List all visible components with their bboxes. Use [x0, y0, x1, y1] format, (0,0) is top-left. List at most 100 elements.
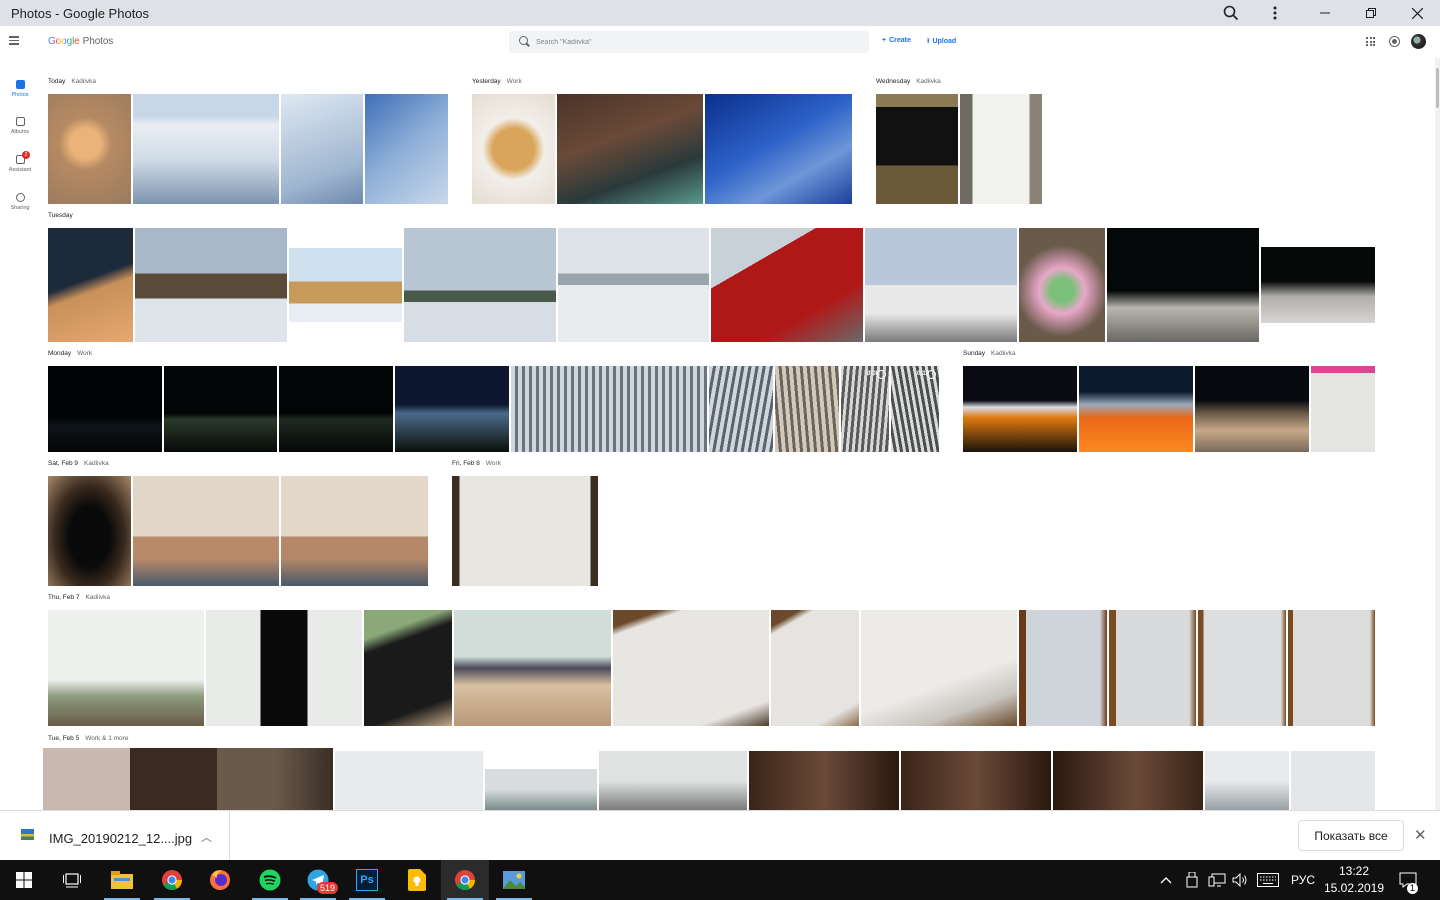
photo-tile[interactable] — [281, 476, 428, 586]
network-icon[interactable] — [1208, 860, 1226, 900]
photo-tile[interactable] — [48, 94, 131, 204]
photo-tile[interactable] — [861, 610, 1017, 726]
photo-tile[interactable] — [558, 228, 709, 342]
page-scrollbar[interactable] — [1435, 58, 1440, 810]
close-icon[interactable]: ✕ — [1414, 826, 1427, 844]
photo-tile[interactable] — [1205, 751, 1289, 810]
video-tile[interactable]: 0:12 — [891, 366, 939, 452]
photo-tile[interactable] — [1079, 366, 1193, 452]
photo-tile[interactable] — [164, 366, 277, 452]
show-hidden-icons[interactable] — [1160, 860, 1172, 900]
photo-tile[interactable] — [365, 94, 448, 204]
minimize-button[interactable] — [1302, 0, 1348, 26]
photo-tile[interactable] — [48, 366, 162, 452]
photo-tile[interactable] — [454, 610, 611, 726]
photo-tile[interactable] — [289, 248, 402, 322]
task-view-icon[interactable] — [48, 860, 96, 900]
notifications-icon[interactable] — [1390, 37, 1399, 46]
photo-tile[interactable] — [1109, 610, 1196, 726]
photo-tile[interactable] — [963, 366, 1077, 452]
system-clock[interactable]: 13:22 15.02.2019 — [1318, 863, 1390, 897]
upload-button[interactable]: ⭱ Upload — [927, 37, 956, 48]
photo-tile[interactable] — [395, 366, 509, 452]
telegram-icon[interactable]: 519 — [294, 860, 342, 900]
photo-tile[interactable] — [901, 751, 1051, 810]
keyboard-icon[interactable] — [1257, 860, 1279, 900]
account-avatar[interactable] — [1411, 34, 1426, 49]
chrome-icon[interactable] — [148, 860, 196, 900]
nav-albums[interactable]: Albums — [0, 117, 40, 135]
photo-tile[interactable] — [1195, 366, 1309, 452]
chrome-active-icon[interactable] — [441, 860, 489, 900]
photo-tile[interactable] — [1261, 247, 1375, 323]
photo-tile[interactable] — [43, 748, 333, 810]
photo-tile[interactable] — [133, 94, 279, 204]
firefox-icon[interactable] — [196, 860, 244, 900]
usb-device-icon[interactable] — [1186, 860, 1198, 900]
photo-tile[interactable] — [281, 94, 363, 204]
show-all-button[interactable]: Показать все — [1298, 820, 1404, 851]
photo-tile[interactable] — [599, 751, 747, 810]
zoom-icon[interactable] — [1208, 0, 1254, 26]
photo-tile[interactable] — [1291, 751, 1375, 810]
action-center-icon[interactable]: 1 — [1399, 860, 1418, 900]
google-photos-logo[interactable]: Google Photos — [48, 36, 113, 47]
search-input[interactable] — [536, 35, 856, 49]
photo-tile[interactable] — [876, 94, 958, 204]
close-button[interactable] — [1394, 0, 1440, 26]
download-item[interactable]: IMG_20190212_12....jpg ︿ — [0, 811, 230, 861]
photo-tile[interactable] — [749, 751, 899, 810]
photoshop-icon[interactable]: Ps — [343, 860, 391, 900]
video-tile[interactable]: 0:08 — [841, 366, 889, 452]
photo-tile[interactable] — [48, 228, 133, 342]
photo-tile[interactable] — [711, 228, 863, 342]
date-label-tuesday: Tuesday — [48, 212, 73, 219]
photo-tile[interactable] — [452, 476, 598, 586]
photo-tile[interactable] — [775, 366, 839, 452]
search-box[interactable] — [509, 31, 869, 53]
photo-tile[interactable] — [1053, 751, 1203, 810]
photo-tile[interactable] — [960, 94, 1042, 204]
nav-sharing[interactable]: Sharing — [0, 193, 40, 211]
photo-tile[interactable] — [206, 610, 362, 726]
keep-notes-icon[interactable] — [393, 860, 441, 900]
photo-tile[interactable] — [335, 751, 483, 810]
chevron-up-icon[interactable]: ︿ — [201, 829, 212, 845]
photo-tile[interactable] — [1198, 610, 1286, 726]
spotify-icon[interactable] — [246, 860, 294, 900]
nav-photos[interactable]: Photos — [0, 80, 40, 98]
photo-tile[interactable] — [485, 769, 597, 810]
create-button[interactable]: + Create — [882, 37, 911, 44]
photo-tile[interactable] — [135, 228, 287, 342]
photo-tile[interactable] — [1311, 366, 1375, 452]
start-button[interactable] — [0, 860, 48, 900]
photo-tile[interactable] — [48, 610, 204, 726]
photo-tile[interactable] — [613, 610, 769, 726]
scrollbar-thumb[interactable] — [1436, 68, 1439, 108]
restore-button[interactable] — [1348, 0, 1394, 26]
volume-icon[interactable] — [1232, 860, 1248, 900]
input-language[interactable]: РУС — [1291, 860, 1315, 900]
photo-tile[interactable] — [865, 228, 1017, 342]
photo-tile[interactable] — [1019, 610, 1107, 726]
photo-tile[interactable] — [472, 94, 555, 204]
photo-tile[interactable] — [133, 476, 279, 586]
photo-tile[interactable] — [1288, 610, 1375, 726]
nav-assistant[interactable]: 2 Assistant — [0, 151, 40, 173]
photo-tile[interactable] — [511, 366, 707, 452]
photo-tile[interactable] — [1107, 228, 1259, 342]
photo-tile[interactable] — [1019, 228, 1105, 342]
photo-tile[interactable] — [771, 610, 859, 726]
photo-tile[interactable] — [705, 94, 852, 204]
photo-tile[interactable] — [557, 94, 703, 204]
file-explorer-icon[interactable] — [98, 860, 146, 900]
more-options-icon[interactable] — [1252, 0, 1298, 26]
main-menu-icon[interactable] — [9, 34, 27, 50]
photo-tile[interactable] — [404, 228, 556, 342]
apps-grid-icon[interactable] — [1366, 37, 1375, 46]
photo-tile[interactable] — [279, 366, 393, 452]
photos-app-icon[interactable] — [490, 860, 538, 900]
photo-tile[interactable] — [48, 476, 131, 586]
photo-tile[interactable] — [364, 610, 452, 726]
photo-tile[interactable] — [709, 366, 773, 452]
